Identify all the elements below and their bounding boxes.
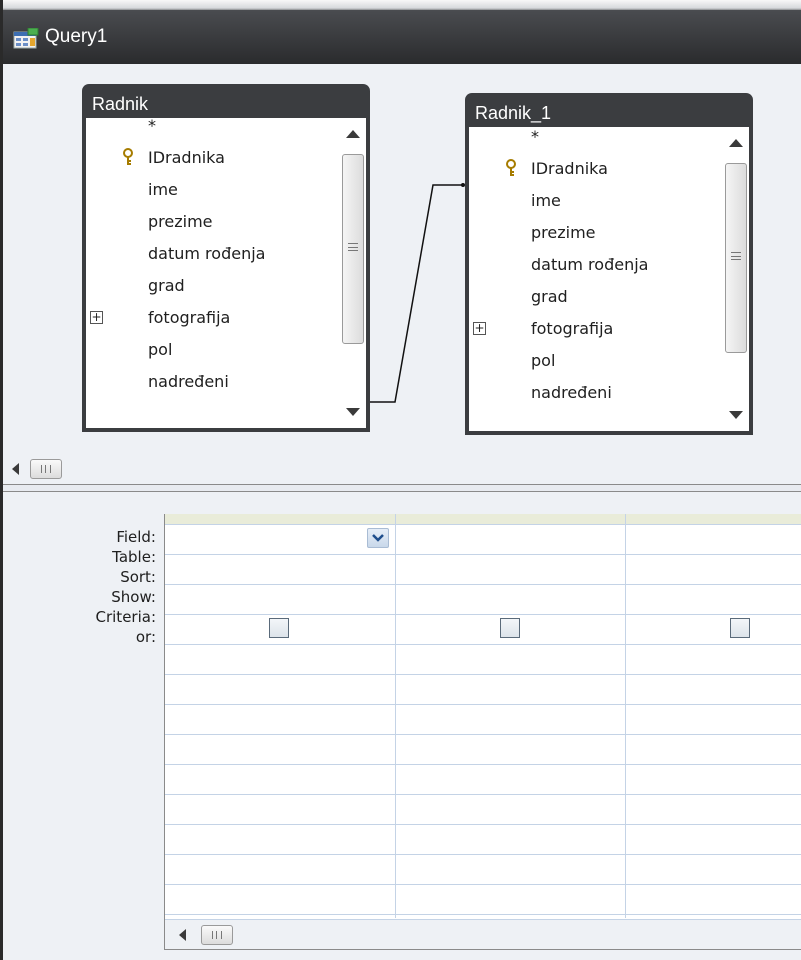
grid-horizontal-scrollbar[interactable] [165, 919, 801, 949]
field-label: fotografija [531, 319, 614, 338]
field-item[interactable]: pol [469, 345, 727, 377]
scroll-down-arrow-icon[interactable] [346, 408, 360, 416]
show-checkbox[interactable] [730, 618, 750, 638]
primary-key-icon [506, 159, 516, 176]
chevron-down-icon [372, 534, 384, 542]
scroll-thumb[interactable] [201, 925, 233, 945]
scroll-down-arrow-icon[interactable] [729, 411, 743, 419]
field-item[interactable]: grad [86, 270, 344, 302]
row-label-show: Show: [111, 588, 156, 606]
scroll-up-arrow-icon[interactable] [729, 139, 743, 147]
scroll-left-arrow-icon[interactable] [12, 463, 19, 475]
field-item[interactable]: + fotografija [469, 313, 727, 345]
field-item[interactable]: pol [86, 334, 344, 366]
field-item[interactable]: IDradnika [469, 153, 727, 185]
field-label: prezime [531, 223, 596, 242]
field-label: datum rođenja [531, 255, 649, 274]
field-item[interactable]: nadređeni [469, 377, 727, 409]
field-label: fotografija [148, 308, 231, 327]
design-grid[interactable] [164, 514, 801, 950]
scroll-thumb[interactable] [342, 154, 364, 344]
scroll-up-arrow-icon[interactable] [346, 130, 360, 138]
query-design-grid-pane: Field: Table: Sort: Show: Criteria: or: [8, 492, 801, 960]
field-label: ime [531, 191, 561, 210]
field-label: datum rođenja [148, 244, 266, 263]
field-label: ime [148, 180, 178, 199]
field-item[interactable]: nadređeni [86, 366, 344, 398]
field-item[interactable]: prezime [86, 206, 344, 238]
table-radnik-1[interactable]: Radnik_1 * IDradnika ime prezime datum r… [465, 93, 753, 435]
field-label: nadređeni [531, 383, 612, 402]
field-item[interactable]: grad [469, 281, 727, 313]
vertical-scrollbar[interactable] [340, 118, 366, 428]
primary-key-icon [123, 148, 133, 165]
expand-plus-icon[interactable]: + [473, 322, 486, 335]
show-checkbox[interactable] [269, 618, 289, 638]
row-label-criteria: Criteria: [95, 608, 157, 626]
field-list[interactable]: * IDradnika ime prezime datum rođenja gr… [86, 116, 344, 428]
column-selector[interactable] [626, 514, 801, 524]
show-checkbox[interactable] [500, 618, 520, 638]
field-item[interactable]: * [469, 121, 727, 153]
field-list[interactable]: * IDradnika ime prezime datum rođenja gr… [469, 127, 727, 431]
expand-plus-icon[interactable]: + [90, 311, 103, 324]
pane-splitter[interactable] [3, 484, 801, 492]
scroll-left-arrow-icon[interactable] [179, 929, 186, 941]
field-item[interactable]: prezime [469, 217, 727, 249]
table-radnik[interactable]: Radnik * IDradnika ime prezime datum rođ… [82, 84, 370, 432]
row-label-or: or: [135, 628, 156, 646]
field-dropdown-button[interactable] [367, 528, 389, 548]
query-icon [13, 28, 39, 49]
scroll-thumb[interactable] [30, 459, 62, 479]
field-item[interactable]: * [86, 110, 344, 142]
field-label: pol [531, 351, 556, 370]
field-label: nadređeni [148, 372, 229, 391]
row-label-table: Table: [112, 548, 156, 566]
diagram-horizontal-scrollbar[interactable] [8, 454, 801, 484]
field-label: prezime [148, 212, 213, 231]
field-label: IDradnika [148, 148, 225, 167]
column-selector[interactable] [396, 514, 625, 524]
query-window: Query1 Radnik * IDradnika ime prezime da… [0, 0, 801, 960]
scroll-thumb[interactable] [725, 163, 747, 353]
field-item[interactable]: datum rođenja [469, 249, 727, 281]
field-label: * [531, 127, 539, 146]
row-label-sort: Sort: [120, 568, 156, 586]
field-label: IDradnika [531, 159, 608, 178]
field-item[interactable]: datum rođenja [86, 238, 344, 270]
title-bar: Query1 [3, 0, 801, 64]
field-item[interactable]: ime [469, 185, 727, 217]
field-item[interactable]: IDradnika [86, 142, 344, 174]
field-label: pol [148, 340, 173, 359]
table-diagram-pane[interactable]: Radnik * IDradnika ime prezime datum rođ… [8, 64, 801, 454]
field-label: grad [531, 287, 568, 306]
field-item[interactable]: ime [86, 174, 344, 206]
column-selector[interactable] [165, 514, 395, 524]
field-item[interactable]: + fotografija [86, 302, 344, 334]
field-label: grad [148, 276, 185, 295]
field-label: * [148, 116, 156, 135]
row-label-field: Field: [116, 528, 156, 546]
vertical-scrollbar[interactable] [723, 127, 749, 431]
window-title: Query1 [45, 26, 108, 47]
